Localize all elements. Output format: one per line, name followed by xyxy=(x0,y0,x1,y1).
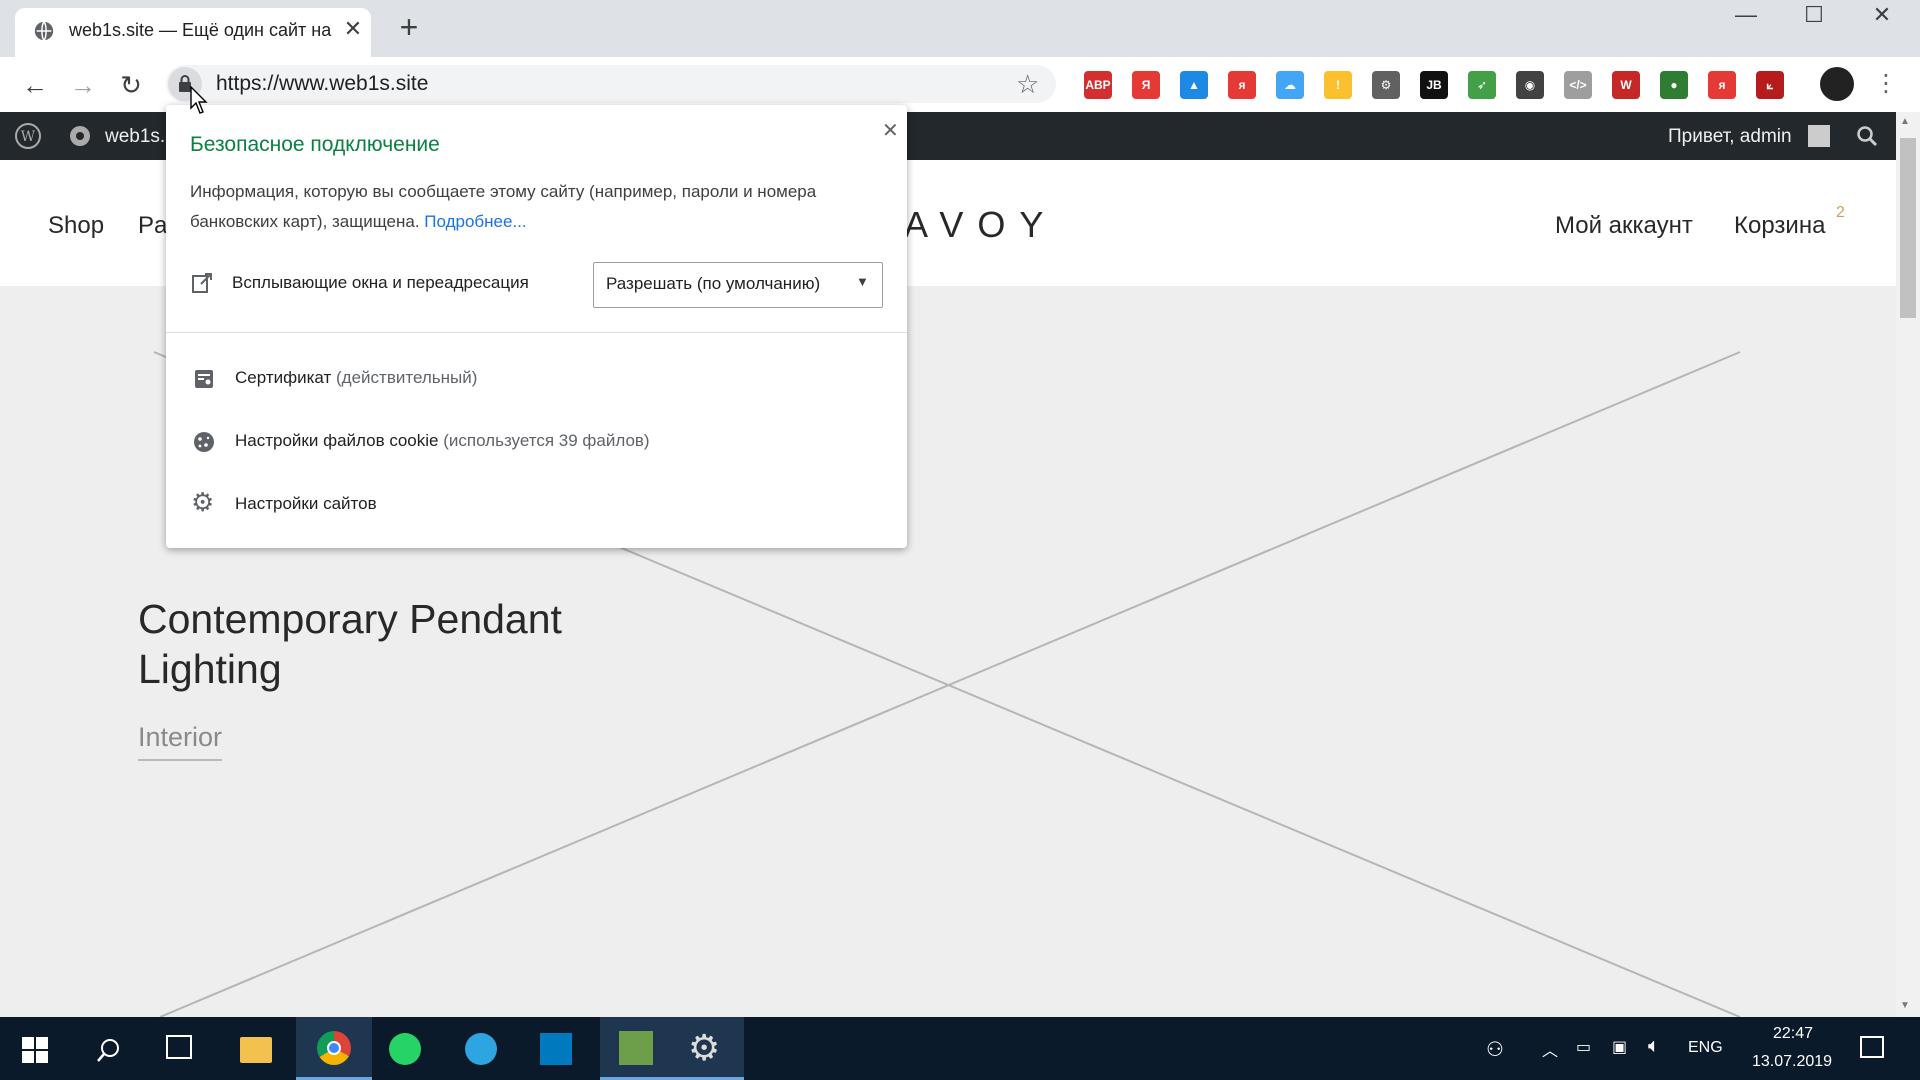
new-tab-button[interactable]: + xyxy=(393,11,425,44)
user-avatar-icon[interactable] xyxy=(1808,125,1830,147)
taskbar-settings[interactable]: ⚙ xyxy=(668,1017,744,1080)
wordpress-icon[interactable]: W xyxy=(14,122,42,150)
settings-gear-icon: ⚙ xyxy=(688,1027,721,1068)
people-icon[interactable]: ⚇ xyxy=(1486,1037,1504,1062)
tab-strip: web1s.site — Ещё один сайт на ✕ + — ☐ ✕ xyxy=(0,0,1920,57)
scroll-down-icon[interactable]: ▼ xyxy=(1900,1000,1910,1011)
taskbar-date[interactable]: 13.07.2019 xyxy=(1742,1053,1842,1071)
chevron-down-icon: ▼ xyxy=(856,274,869,289)
hero-title-line1: Contemporary Pendant xyxy=(138,596,562,642)
cart-link[interactable]: Корзина xyxy=(1734,212,1825,240)
drive-icon[interactable]: ▲ xyxy=(1180,71,1208,99)
popup-title: Безопасное подключение xyxy=(190,133,440,156)
popups-select-value: Разрешать (по умолчанию) xyxy=(606,274,821,293)
chrome-icon xyxy=(317,1031,351,1065)
wp-greeting[interactable]: Привет, admin xyxy=(1668,126,1792,148)
globe-icon xyxy=(34,21,54,41)
popup-divider xyxy=(166,332,907,333)
svg-text:W: W xyxy=(21,129,36,145)
open-external-icon xyxy=(192,273,212,293)
nav-shop[interactable]: Shop xyxy=(48,212,104,240)
taskbar-image-editor[interactable] xyxy=(600,1017,676,1080)
popup-close-icon[interactable]: ✕ xyxy=(882,118,899,143)
cart-count-badge: 2 xyxy=(1836,204,1845,221)
page-scrollbar[interactable]: ▲ ▼ xyxy=(1896,112,1920,1017)
nav-pages[interactable]: Pa xyxy=(138,212,167,240)
url-text: https://www.web1s.site xyxy=(216,72,429,95)
back-button[interactable]: ← xyxy=(18,69,52,103)
windows-start-icon[interactable] xyxy=(22,1037,48,1063)
certificate-row[interactable]: Сертификат (действительный) xyxy=(235,368,477,388)
dashboard-icon xyxy=(70,126,90,146)
address-bar[interactable]: https://www.web1s.site ☆ xyxy=(166,65,1056,103)
hero-title-line2: Lighting xyxy=(138,646,282,692)
code-icon[interactable]: </> xyxy=(1564,71,1592,99)
site-logo[interactable]: AVOY xyxy=(904,204,1057,246)
site-settings-row[interactable]: Настройки сайтов xyxy=(235,494,377,514)
bookmark-star-icon[interactable]: ☆ xyxy=(1016,69,1039,100)
w-icon[interactable]: W xyxy=(1612,71,1640,99)
taskbar-search-icon[interactable] xyxy=(96,1037,122,1063)
maximize-button[interactable]: ☐ xyxy=(1780,0,1848,32)
trello-icon[interactable] xyxy=(540,1033,572,1065)
yandex-icon[interactable]: Я xyxy=(1132,71,1160,99)
popups-setting-label: Всплывающие окна и переадресация xyxy=(232,273,529,292)
pdf-icon[interactable]: ⟀ xyxy=(1756,71,1784,99)
minimize-button[interactable]: — xyxy=(1712,0,1780,32)
whatsapp-icon[interactable] xyxy=(389,1033,421,1065)
scrollbar-thumb[interactable] xyxy=(1900,138,1916,318)
language-indicator[interactable]: ENG xyxy=(1688,1039,1723,1057)
volume-icon[interactable]: 🔈︎ xyxy=(1648,1035,1660,1058)
menu-kebab-icon[interactable]: ⋮ xyxy=(1874,69,1898,98)
my-account-link[interactable]: Мой аккаунт xyxy=(1555,212,1693,240)
network-icon[interactable]: ▣ xyxy=(1612,1037,1627,1057)
profile-avatar[interactable] xyxy=(1820,67,1854,101)
yandex-red-icon[interactable]: я xyxy=(1708,71,1736,99)
image-editor-icon xyxy=(619,1031,653,1065)
certificate-status: (действительный) xyxy=(336,368,478,387)
gear-ext-icon[interactable]: ⚙ xyxy=(1372,71,1400,99)
wp-site-name[interactable]: web1s.s xyxy=(105,126,175,148)
rocket-icon[interactable]: ➶ xyxy=(1468,71,1496,99)
forward-button[interactable]: → xyxy=(66,69,100,103)
cookies-status: (используется 39 файлов) xyxy=(443,431,650,450)
taskbar-chrome[interactable] xyxy=(296,1017,372,1080)
certificate-label: Сертификат xyxy=(235,368,332,387)
hero-title: Contemporary Pendant Lighting xyxy=(138,594,562,694)
mask-icon[interactable]: ◉ xyxy=(1516,71,1544,99)
mouse-cursor-icon xyxy=(190,86,208,114)
search-icon[interactable] xyxy=(1856,125,1878,147)
windows-taskbar: ⚙ ⚇ ︿ ▭ ▣ 🔈︎ ENG 22:47 13.07.2019 xyxy=(0,1017,1920,1080)
popups-setting-select[interactable]: Разрешать (по умолчанию) ▼ xyxy=(593,262,883,308)
learn-more-link[interactable]: Подробнее... xyxy=(424,212,526,231)
close-window-button[interactable]: ✕ xyxy=(1848,0,1916,32)
certificate-icon xyxy=(195,370,213,388)
cookie-icon xyxy=(194,432,214,452)
browser-tab[interactable]: web1s.site — Ещё один сайт на ✕ xyxy=(15,8,371,57)
site-info-popup: Безопасное подключение ✕ Информация, кот… xyxy=(166,105,907,548)
scroll-up-icon[interactable]: ▲ xyxy=(1900,116,1910,127)
taskbar-time[interactable]: 22:47 xyxy=(1760,1025,1826,1043)
popup-description: Информация, которую вы сообщаете этому с… xyxy=(190,177,880,237)
file-explorer-icon[interactable] xyxy=(240,1037,272,1063)
reload-button[interactable]: ↻ xyxy=(114,69,148,103)
task-view-icon[interactable] xyxy=(166,1035,192,1059)
battery-icon[interactable]: ▭ xyxy=(1576,1037,1591,1057)
jb-icon[interactable]: JB xyxy=(1420,71,1448,99)
cookies-row[interactable]: Настройки файлов cookie (используется 39… xyxy=(235,431,650,451)
keep-icon[interactable]: ! xyxy=(1324,71,1352,99)
telegram-icon[interactable] xyxy=(465,1033,497,1065)
show-hidden-icons[interactable]: ︿ xyxy=(1542,1037,1558,1061)
hero-category-link[interactable]: Interior xyxy=(138,722,223,761)
cloud-icon[interactable]: ☁ xyxy=(1276,71,1304,99)
notification-center-icon[interactable] xyxy=(1860,1036,1884,1058)
tab-title: web1s.site — Ещё один сайт на xyxy=(69,20,332,40)
tab-close-icon[interactable]: ✕ xyxy=(341,17,365,41)
cookies-label: Настройки файлов cookie xyxy=(235,431,439,450)
yandex-small-icon[interactable]: я xyxy=(1228,71,1256,99)
adblock-icon[interactable]: ABP xyxy=(1084,71,1112,99)
gear-icon: ⚙ xyxy=(191,487,215,517)
globe-ext-icon[interactable]: ● xyxy=(1660,71,1688,99)
